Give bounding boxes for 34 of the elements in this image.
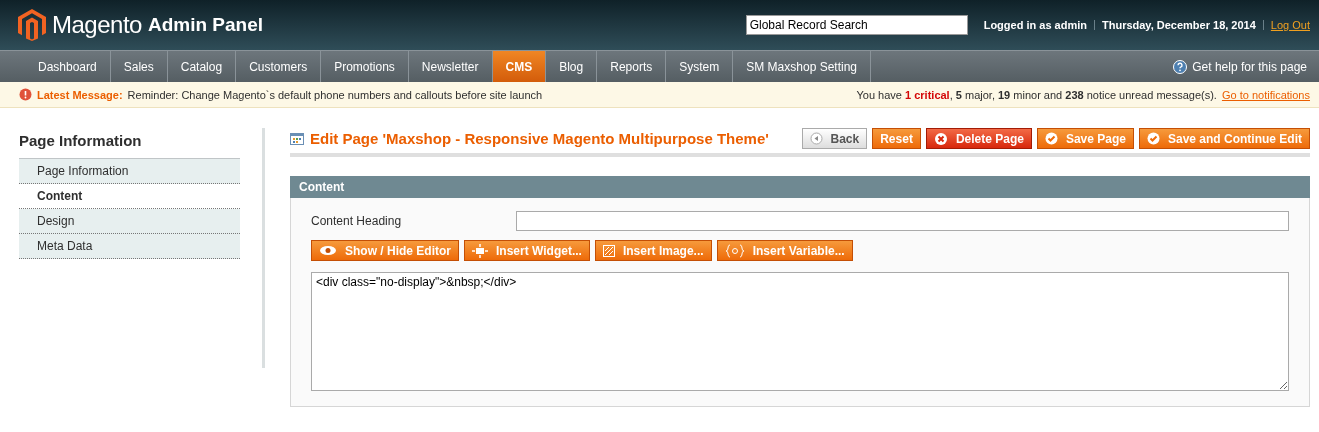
logo-subtitle: Admin Panel bbox=[147, 14, 263, 36]
sidebar-tab[interactable]: Page Information bbox=[19, 159, 240, 184]
date-label: Thursday, December 18, 2014 bbox=[1101, 19, 1256, 31]
notice-text: You have 1 critical, 5 major, 19 minor and 238 notice unread message(s). bbox=[856, 88, 1217, 101]
notifications-link[interactable]: Go to notifications bbox=[1221, 88, 1310, 101]
help-icon bbox=[1173, 59, 1188, 74]
nav-tab[interactable]: CMS bbox=[492, 51, 547, 82]
eye-icon bbox=[319, 245, 337, 256]
close-icon bbox=[933, 131, 948, 146]
search-field[interactable]: Global Record Search bbox=[745, 15, 968, 35]
logo-icon bbox=[18, 9, 46, 41]
logo-text: Magento bbox=[52, 11, 142, 39]
logout-link[interactable]: Log Out bbox=[1270, 19, 1310, 31]
alert-icon bbox=[19, 88, 32, 101]
page-title: Edit Page 'Maxshop - Responsive Magento Multipurpose Theme' bbox=[310, 130, 769, 147]
grid-icon bbox=[290, 132, 304, 145]
sidebar-tab[interactable]: Design bbox=[19, 209, 240, 234]
check-icon bbox=[1044, 132, 1058, 145]
action-button[interactable]: Delete Page bbox=[925, 128, 1032, 149]
back-icon bbox=[809, 132, 823, 145]
sidebar-tab[interactable]: Meta Data bbox=[19, 234, 240, 259]
input-field[interactable] bbox=[516, 211, 1289, 231]
image-icon bbox=[602, 244, 615, 257]
content-editor[interactable]: <div class="no-display">&nbsp;</div> bbox=[311, 272, 1289, 391]
message-text: Reminder: Change Magento`s default phone numbers and callouts before site launch bbox=[127, 88, 544, 101]
move-arrows-icon bbox=[472, 243, 488, 258]
field-label: Content Heading bbox=[311, 214, 403, 228]
user-label: Logged in as admin bbox=[983, 19, 1087, 31]
help-link[interactable]: Get help for this page bbox=[1192, 59, 1307, 74]
section-header: Content bbox=[290, 176, 1310, 198]
action-button[interactable]: Back bbox=[801, 128, 868, 149]
check-icon bbox=[1147, 132, 1160, 145]
braces-icon bbox=[724, 243, 745, 258]
message-label: Latest Message: bbox=[37, 88, 123, 101]
